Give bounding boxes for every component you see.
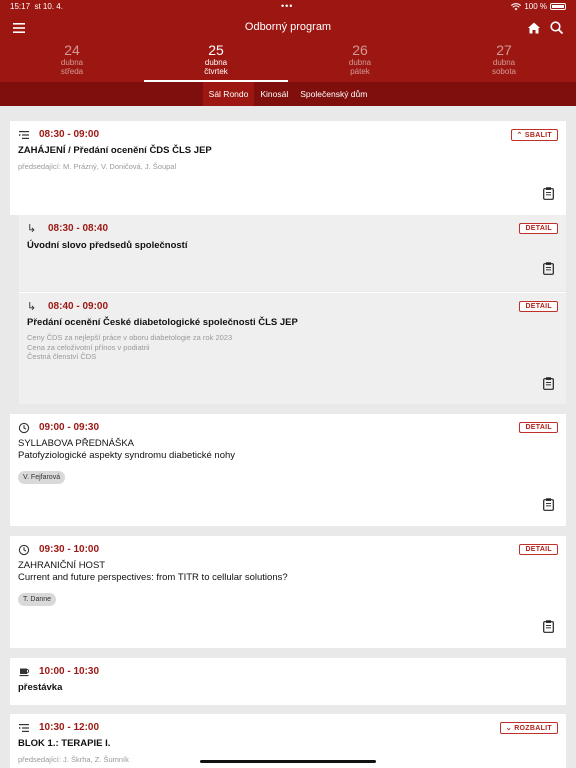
item-title: Úvodní slovo předsedů společností [27, 240, 188, 251]
item-subtitle: Patofyziologické aspekty syndromu diabet… [18, 450, 236, 461]
status-bar: 15:17 st 10. 4. ••• 100 % [0, 0, 576, 14]
day-tab-24[interactable]: 24 dubna středa [0, 42, 144, 82]
block-list-icon [18, 722, 30, 734]
program-item-zahranicni-host[interactable]: 09:30 - 10:00 DETAIL ZAHRANIČNÍ HOST Cur… [10, 536, 566, 648]
program-item-syllabova-prednaska[interactable]: 09:00 - 09:30 DETAIL SYLLABOVA PŘEDNÁŠKA… [10, 414, 566, 526]
detail-button[interactable]: DETAIL [519, 544, 558, 555]
home-icon[interactable] [525, 19, 543, 37]
detail-button[interactable]: DETAIL [519, 301, 558, 312]
item-description-line: Čestná členství ČDS [27, 352, 97, 361]
program-item-uvodni-slovo[interactable]: ↳ 08:30 - 08:40 DETAIL Úvodní slovo před… [19, 215, 566, 291]
day-month: dubna [348, 58, 372, 67]
block-title: ZAHÁJENÍ / Předání ocenění ČDS ČLS JEP [18, 145, 212, 156]
item-title: SYLLABOVA PŘEDNÁŠKA [18, 438, 134, 449]
program-item-prestavka[interactable]: 10:00 - 10:30 přestávka [10, 658, 566, 705]
item-time: 08:30 - 08:40 [48, 223, 109, 234]
item-time: 09:00 - 09:30 [39, 422, 100, 433]
day-month: dubna [492, 58, 516, 67]
day-number: 24 [64, 42, 80, 58]
clipboard-icon[interactable] [543, 377, 554, 390]
program-item-predani-oceneni[interactable]: ↳ 08:40 - 09:00 DETAIL Předání ocenění Č… [19, 292, 566, 404]
speaker-chip[interactable]: V. Fejfarová [18, 471, 66, 484]
expand-button[interactable]: ⌄ ROZBALIT [499, 722, 558, 734]
clock-icon [18, 422, 30, 434]
clock-icon [18, 544, 30, 556]
block-chairs: předsedající: J. Škrha, Z. Šumník [18, 755, 129, 764]
battery-label: 100 % [524, 2, 547, 11]
day-tabs: 24 dubna středa 25 dubna čtvrtek 26 dubna páte… [0, 42, 576, 82]
hall-tab-kinosal[interactable]: Kinosál [254, 82, 294, 106]
day-tab-25[interactable]: 25 dubna čtvrtek [144, 42, 288, 82]
clipboard-icon[interactable] [543, 262, 554, 275]
item-title: přestávka [18, 682, 63, 693]
day-number: 27 [496, 42, 512, 58]
clipboard-icon[interactable] [543, 187, 554, 200]
detail-button[interactable]: DETAIL [519, 422, 558, 433]
expand-label: ROZBALIT [514, 725, 552, 732]
block-title: BLOK 1.: TERAPIE I. [18, 738, 111, 749]
item-time: 09:30 - 10:00 [39, 544, 100, 555]
clipboard-icon[interactable] [543, 498, 554, 511]
item-description-line: Ceny ČDS za nejlepší práce v oboru diabe… [27, 333, 233, 342]
block-list-icon [18, 129, 30, 141]
day-weekday: pátek [350, 67, 370, 76]
status-time: 15:17 st 10. 4. [10, 2, 63, 11]
detail-button[interactable]: DETAIL [519, 223, 558, 234]
page-title: Odborný program [244, 21, 332, 33]
block-time: 10:30 - 12:00 [39, 722, 100, 733]
wifi-icon [511, 2, 522, 10]
nav-bar: Odborný program [0, 14, 576, 42]
collapse-button[interactable]: ⌃ SBALIT [510, 129, 558, 141]
sub-item-arrow-icon: ↳ [27, 223, 37, 235]
item-time: 10:00 - 10:30 [39, 666, 100, 677]
speaker-chip[interactable]: T. Danne [18, 593, 57, 606]
item-title: ZAHRANIČNÍ HOST [18, 560, 106, 571]
home-indicator[interactable] [200, 760, 376, 763]
hall-tab-rondo[interactable]: Sál Rondo [202, 82, 255, 106]
multitasking-dots[interactable]: ••• [281, 1, 293, 11]
day-number: 26 [352, 42, 368, 58]
item-time: 08:40 - 09:00 [48, 301, 109, 312]
status-right: 100 % [511, 2, 566, 11]
day-tab-26[interactable]: 26 dubna pátek [288, 42, 432, 82]
item-title: Předání ocenění České diabetologické spo… [27, 317, 298, 328]
day-number: 25 [208, 42, 224, 58]
item-subtitle: Current and future perspectives: from TI… [18, 572, 288, 583]
collapse-label: SBALIT [524, 132, 552, 139]
hall-tabs: Sál Rondo Kinosál Společenský dům [0, 82, 576, 106]
day-weekday: čtvrtek [204, 67, 228, 76]
item-description-line: Cena za celoživotní přínos v podiatrii [27, 342, 150, 352]
day-weekday: středa [60, 67, 84, 76]
day-month: dubna [204, 58, 228, 67]
search-icon[interactable] [548, 19, 566, 37]
day-weekday: sobota [491, 67, 517, 76]
block-chairs: předsedající: M. Prázný, V. Doničová, J.… [18, 162, 177, 171]
program-block-zahajeni[interactable]: 08:30 - 09:00 ⌃ SBALIT ZAHÁJENÍ / Předán… [10, 121, 566, 215]
coffee-cup-icon [19, 668, 30, 677]
clipboard-icon[interactable] [543, 620, 554, 633]
day-month: dubna [60, 58, 84, 67]
block-time: 08:30 - 09:00 [39, 129, 100, 140]
battery-icon [550, 3, 566, 10]
day-tab-27[interactable]: 27 dubna sobota [432, 42, 576, 82]
hall-tab-spolecensky-dum[interactable]: Společenský dům [294, 82, 373, 106]
sub-item-arrow-icon: ↳ [27, 301, 37, 313]
